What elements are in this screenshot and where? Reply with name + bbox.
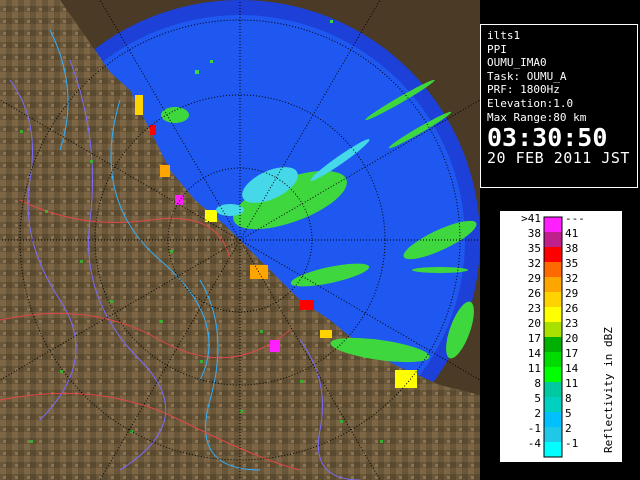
legend-swatch bbox=[544, 232, 562, 247]
legend-swatch bbox=[544, 337, 562, 352]
scan-time: 03:30:50 bbox=[487, 123, 608, 153]
legend-swatch bbox=[544, 322, 562, 337]
scan-date: 20 FEB 2011 JST bbox=[487, 149, 630, 168]
legend-upper-bound: 23 bbox=[565, 317, 578, 330]
reflectivity-legend: >41 --- 38 41 35 38 32 35 29 32 26 29 23 26 20 23 17 20 14… bbox=[499, 210, 623, 463]
legend-swatch bbox=[544, 427, 562, 442]
legend-lower-bound: 14 bbox=[528, 347, 542, 360]
legend-lower-bound: 26 bbox=[528, 287, 541, 300]
legend-swatch bbox=[544, 217, 562, 232]
legend-lower-bound: 2 bbox=[534, 407, 541, 420]
legend-upper-bound: 5 bbox=[565, 407, 572, 420]
legend-lower-bound: >41 bbox=[521, 212, 541, 225]
legend-swatch bbox=[544, 352, 562, 367]
legend-upper-bound: 26 bbox=[565, 302, 578, 315]
site-name: ilts1 bbox=[487, 29, 521, 42]
max-range-value: Max Range:80 km bbox=[487, 110, 587, 124]
legend-swatch bbox=[544, 412, 562, 427]
legend-lower-bound: 17 bbox=[528, 332, 541, 345]
legend-upper-bound: 20 bbox=[565, 332, 578, 345]
legend-swatch bbox=[544, 247, 562, 262]
legend-swatch bbox=[544, 382, 562, 397]
legend-lower-bound: -1 bbox=[528, 422, 541, 435]
legend-upper-bound: --- bbox=[565, 212, 585, 225]
legend-swatch bbox=[544, 292, 562, 307]
prf-value: PRF: 1800Hz bbox=[487, 83, 560, 97]
legend-swatch bbox=[544, 397, 562, 412]
legend-lower-bound: -4 bbox=[528, 437, 542, 450]
legend-upper-bound: 11 bbox=[565, 377, 578, 390]
legend-upper-bound: -1 bbox=[565, 437, 578, 450]
product-name: OUMU_IMA0 bbox=[487, 56, 547, 70]
legend-upper-bound: 38 bbox=[565, 242, 578, 255]
legend-upper-bound: 2 bbox=[565, 422, 572, 435]
legend-upper-bound: 29 bbox=[565, 287, 578, 300]
legend-lower-bound: 38 bbox=[528, 227, 541, 240]
legend-upper-bound: 35 bbox=[565, 257, 578, 270]
legend-upper-bound: 17 bbox=[565, 347, 578, 360]
legend-swatch bbox=[544, 262, 562, 277]
legend-lower-bound: 29 bbox=[528, 272, 541, 285]
task-name: Task: OUMU_A bbox=[487, 69, 567, 83]
legend-upper-bound: 8 bbox=[565, 392, 572, 405]
legend-lower-bound: 5 bbox=[534, 392, 541, 405]
legend-swatch bbox=[544, 367, 562, 382]
legend-title: Reflectivity in dBZ bbox=[602, 327, 615, 453]
legend-lower-bound: 20 bbox=[528, 317, 541, 330]
legend-lower-bound: 11 bbox=[528, 362, 541, 375]
legend-upper-bound: 14 bbox=[565, 362, 579, 375]
legend-swatch bbox=[544, 307, 562, 322]
legend-swatch bbox=[544, 277, 562, 292]
legend-lower-bound: 32 bbox=[528, 257, 541, 270]
radar-ppi-display[interactable] bbox=[0, 0, 480, 480]
legend-lower-bound: 8 bbox=[534, 377, 541, 390]
legend-title-text: Reflectivity in dBZ bbox=[602, 327, 615, 453]
legend-swatch bbox=[544, 442, 562, 457]
legend-lower-bound: 35 bbox=[528, 242, 541, 255]
legend-upper-bound: 41 bbox=[565, 227, 578, 240]
legend-upper-bound: 32 bbox=[565, 272, 578, 285]
radar-info-panel: ilts1 PPI OUMU_IMA0 Task: OUMU_A PRF: 18… bbox=[480, 24, 638, 188]
radar-map bbox=[0, 0, 480, 480]
elevation-value: Elevation:1.0 bbox=[487, 96, 574, 110]
legend-lower-bound: 23 bbox=[528, 302, 541, 315]
scan-mode: PPI bbox=[487, 42, 507, 56]
